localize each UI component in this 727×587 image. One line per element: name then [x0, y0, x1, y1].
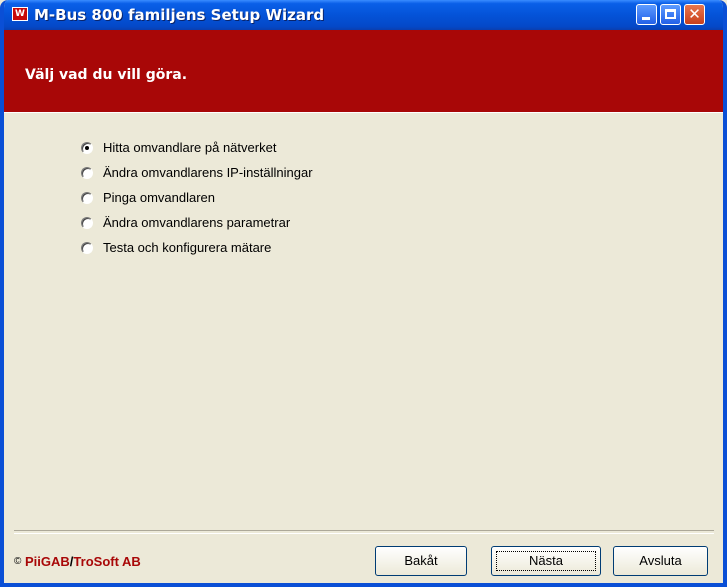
footer-divider: [14, 530, 714, 534]
brand-trosoft: TroSoft AB: [73, 554, 141, 569]
radio-button[interactable]: [81, 242, 93, 254]
quit-button[interactable]: Avsluta: [613, 546, 708, 576]
radio-button[interactable]: [81, 167, 93, 179]
radio-button[interactable]: [81, 142, 93, 154]
brand-piigab: PiiGAB: [25, 554, 70, 569]
brand-credit: © PiiGAB/TroSoft AB: [14, 554, 141, 569]
quit-button-label: Avsluta: [639, 553, 682, 568]
wizard-window: W M-Bus 800 familjens Setup Wizard ✕ Väl…: [0, 0, 727, 587]
option-label[interactable]: Hitta omvandlare på nätverket: [103, 140, 276, 155]
title-bar[interactable]: W M-Bus 800 familjens Setup Wizard ✕: [4, 0, 723, 30]
option-label[interactable]: Ändra omvandlarens parametrar: [103, 215, 290, 230]
next-button[interactable]: Nästa: [491, 546, 601, 576]
next-focus-ring: Nästa: [496, 551, 596, 571]
app-icon[interactable]: W: [12, 7, 28, 21]
page-heading: Välj vad du vill göra.: [25, 67, 188, 83]
back-button-label: Bakåt: [404, 553, 438, 568]
next-button-label: Nästa: [529, 553, 563, 568]
close-button[interactable]: ✕: [684, 4, 705, 25]
window-title: M-Bus 800 familjens Setup Wizard: [34, 6, 325, 24]
maximize-button[interactable]: [660, 4, 681, 25]
radio-button[interactable]: [81, 192, 93, 204]
maximize-icon: [665, 9, 676, 19]
minimize-icon: [642, 17, 650, 20]
option-label[interactable]: Ändra omvandlarens IP-inställningar: [103, 165, 313, 180]
minimize-button[interactable]: [636, 4, 657, 25]
option-label[interactable]: Testa och konfigurera mätare: [103, 240, 271, 255]
header-banner: Välj vad du vill göra.: [4, 30, 723, 112]
radio-button[interactable]: [81, 217, 93, 229]
copyright-symbol: ©: [14, 556, 22, 567]
back-button[interactable]: Bakåt: [375, 546, 467, 576]
divider: [4, 112, 723, 113]
option-label[interactable]: Pinga omvandlaren: [103, 190, 215, 205]
close-icon: ✕: [688, 5, 701, 23]
